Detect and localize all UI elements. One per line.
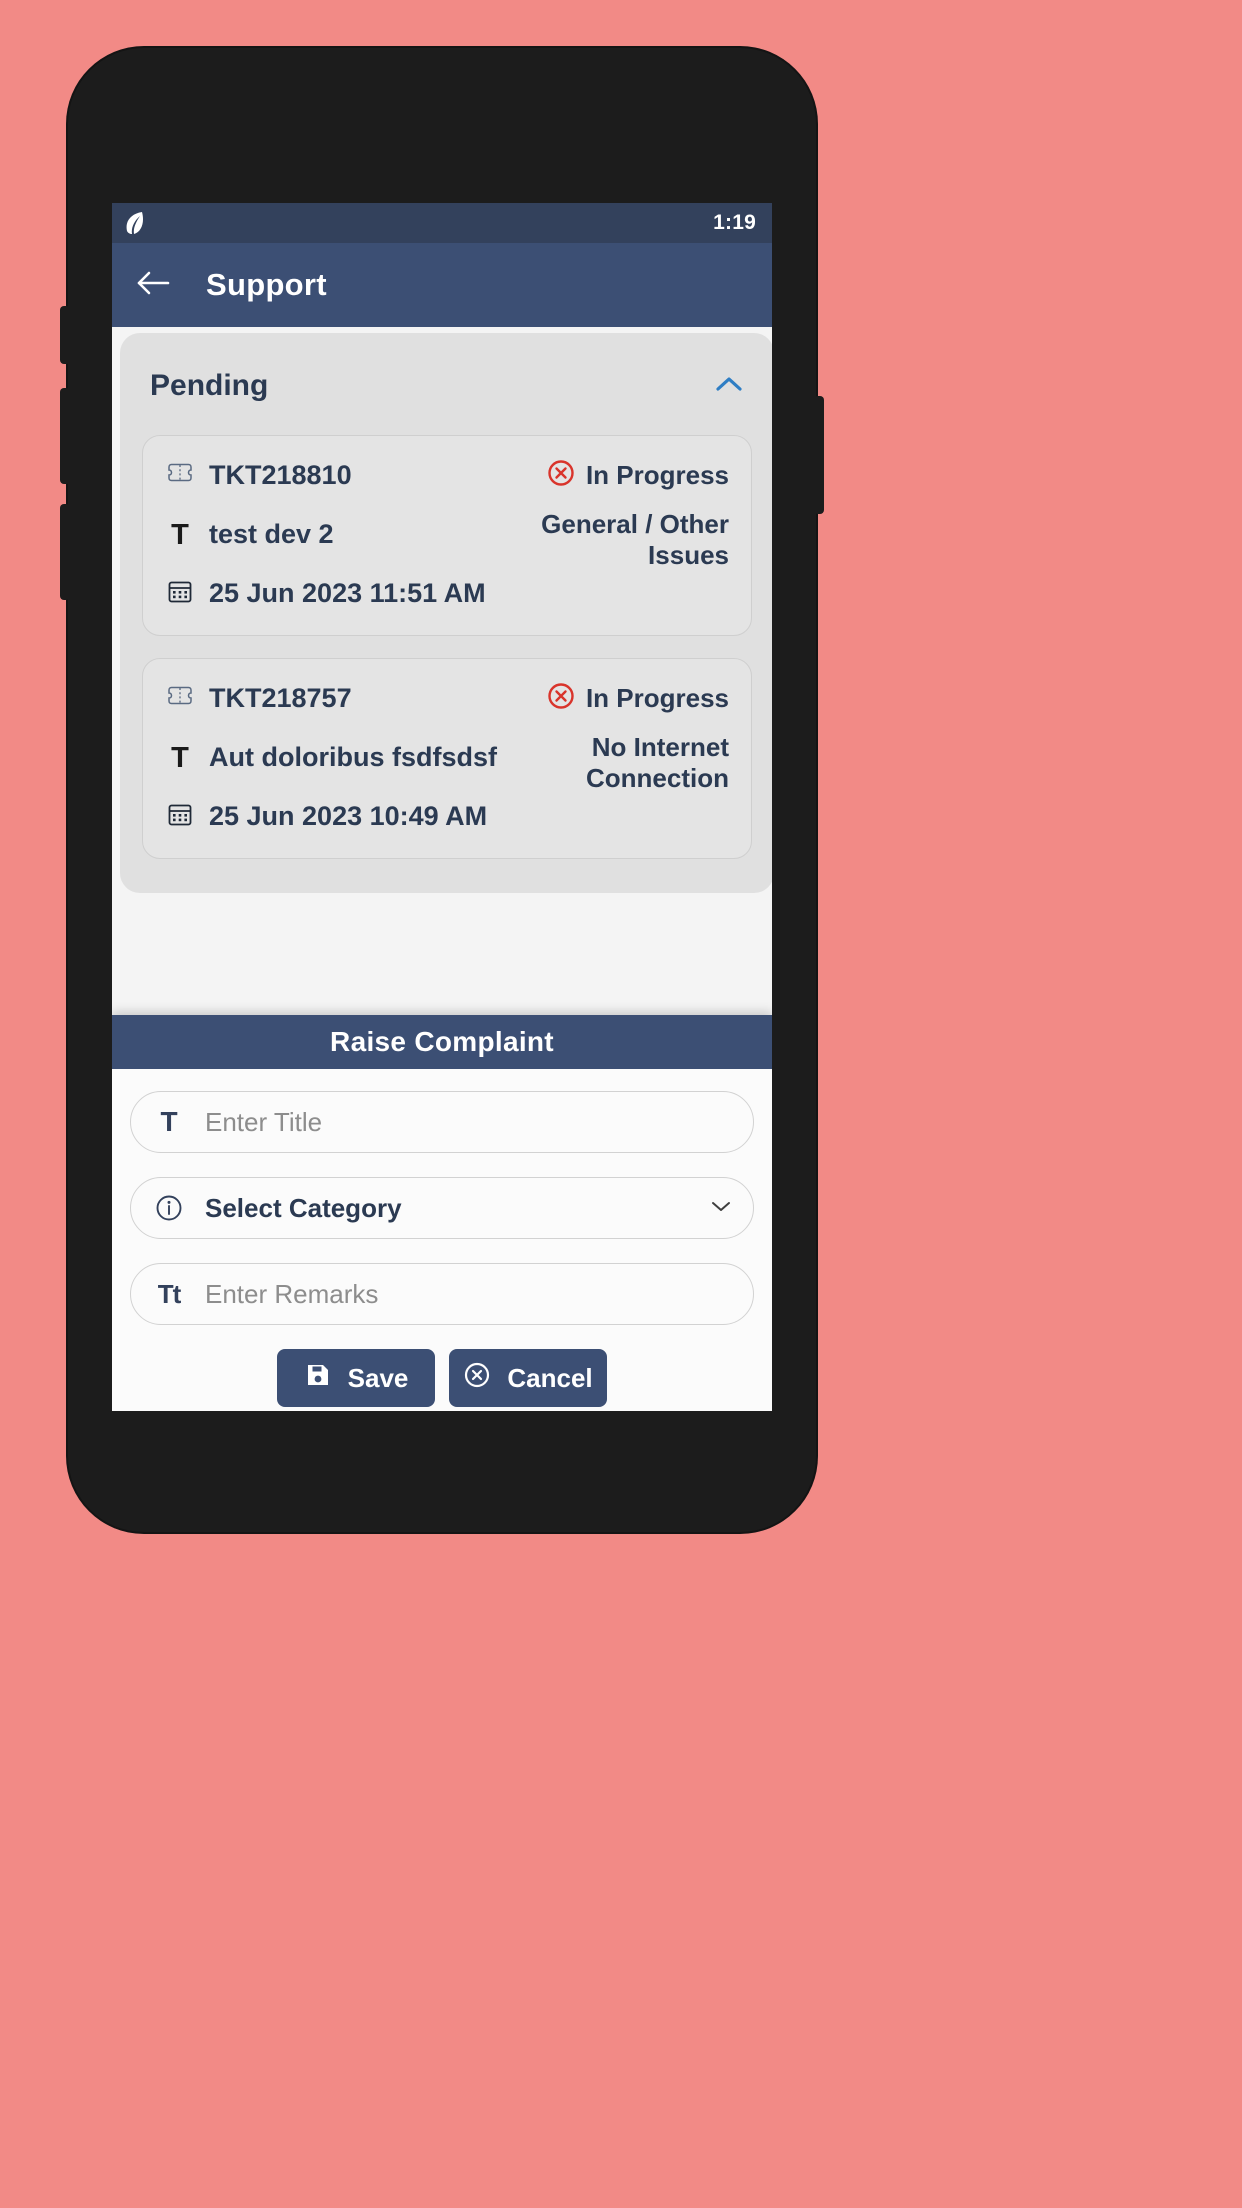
calendar-icon [165, 799, 195, 834]
ticket-category: General / Other Issues [541, 509, 729, 570]
ticket-status: In Progress [585, 460, 729, 490]
text-title-icon: T [171, 741, 189, 774]
ticket-date: 25 Jun 2023 10:49 AM [209, 801, 488, 831]
title-input-placeholder[interactable]: Enter Title [205, 1107, 731, 1138]
ticket-card[interactable]: TKT218757 T Aut doloribus fsdfsdsf 25 Ju… [142, 658, 752, 859]
info-circle-icon [153, 1193, 185, 1223]
pending-section-label: Pending [150, 369, 269, 402]
app-bar: Support [112, 243, 772, 327]
ticket-date-row: 25 Jun 2023 10:49 AM [165, 799, 505, 834]
sheet-title: Raise Complaint [330, 1026, 554, 1057]
ticket-id-row: TKT218810 [165, 458, 505, 493]
phone-frame: 1:19 Support Pending TKT218810 T test de… [60, 48, 824, 1532]
category-select[interactable]: Select Category [130, 1177, 754, 1239]
leaf-icon [124, 211, 146, 235]
ticket-status-block: In Progress General / Other Issues [515, 458, 729, 611]
ticket-status-block: In Progress No Internet Connection [515, 681, 729, 834]
status-badge: In Progress [515, 458, 729, 493]
power-button[interactable] [814, 396, 824, 514]
volume-up-button[interactable] [60, 388, 70, 484]
caret-down-icon[interactable] [711, 1199, 731, 1217]
title-field[interactable]: T Enter Title [130, 1091, 754, 1153]
volume-down-button[interactable] [60, 504, 70, 600]
cancel-button[interactable]: Cancel [449, 1349, 607, 1407]
remarks-field[interactable]: Tt Enter Remarks [130, 1263, 754, 1325]
ticket-status: In Progress [585, 683, 729, 713]
calendar-icon [165, 576, 195, 611]
chevron-up-icon[interactable] [714, 374, 744, 399]
text-title-icon: T [160, 1106, 178, 1137]
category-select-value[interactable]: Select Category [205, 1193, 691, 1224]
save-disk-icon [304, 1361, 332, 1396]
ticket-details: TKT218810 T test dev 2 25 Jun 2023 11:51… [165, 458, 505, 611]
ticket-title-row: T Aut doloribus fsdfsdsf [165, 742, 505, 773]
x-circle-icon [546, 681, 576, 716]
ticket-date-row: 25 Jun 2023 11:51 AM [165, 576, 505, 611]
raise-complaint-sheet: Raise Complaint T Enter Title Select Cat… [112, 1015, 772, 1411]
cancel-button-label: Cancel [507, 1362, 593, 1393]
mute-switch[interactable] [60, 306, 70, 364]
ticket-details: TKT218757 T Aut doloribus fsdfsdsf 25 Ju… [165, 681, 505, 834]
back-arrow-icon[interactable] [136, 269, 170, 302]
ticket-id: TKT218757 [209, 683, 352, 713]
text-format-icon: Tt [157, 1278, 182, 1309]
x-circle-icon [546, 458, 576, 493]
pending-section: Pending TKT218810 T test dev 2 25 Jun 20… [120, 333, 772, 893]
ticket-card[interactable]: TKT218810 T test dev 2 25 Jun 2023 11:51… [142, 435, 752, 636]
ticket-date: 25 Jun 2023 11:51 AM [209, 578, 486, 608]
save-button[interactable]: Save [277, 1349, 435, 1407]
x-circle-icon [463, 1361, 491, 1396]
status-bar-time: 1:19 [713, 211, 756, 234]
sheet-actions: Save Cancel [130, 1349, 754, 1407]
remarks-input-placeholder[interactable]: Enter Remarks [205, 1279, 731, 1310]
sheet-header: Raise Complaint [112, 1015, 772, 1069]
ticket-category: No Internet Connection [586, 732, 729, 793]
page-title: Support [206, 267, 327, 302]
text-title-icon: T [171, 518, 189, 551]
ticket-id-row: TKT218757 [165, 681, 505, 716]
ticket-icon [165, 458, 195, 493]
save-button-label: Save [347, 1362, 409, 1393]
ticket-icon [165, 681, 195, 716]
ticket-id: TKT218810 [209, 460, 352, 490]
ticket-title: test dev 2 [209, 519, 334, 549]
content-area: Pending TKT218810 T test dev 2 25 Jun 20… [112, 327, 772, 1411]
sheet-body: T Enter Title Select Category Tt Enter R… [112, 1069, 772, 1407]
ticket-title: Aut doloribus fsdfsdsf [209, 742, 497, 772]
status-badge: In Progress [515, 681, 729, 716]
phone-screen: 1:19 Support Pending TKT218810 T test de… [112, 203, 772, 1411]
status-bar: 1:19 [112, 203, 772, 243]
pending-section-header[interactable]: Pending [120, 359, 772, 413]
ticket-title-row: T test dev 2 [165, 519, 505, 550]
